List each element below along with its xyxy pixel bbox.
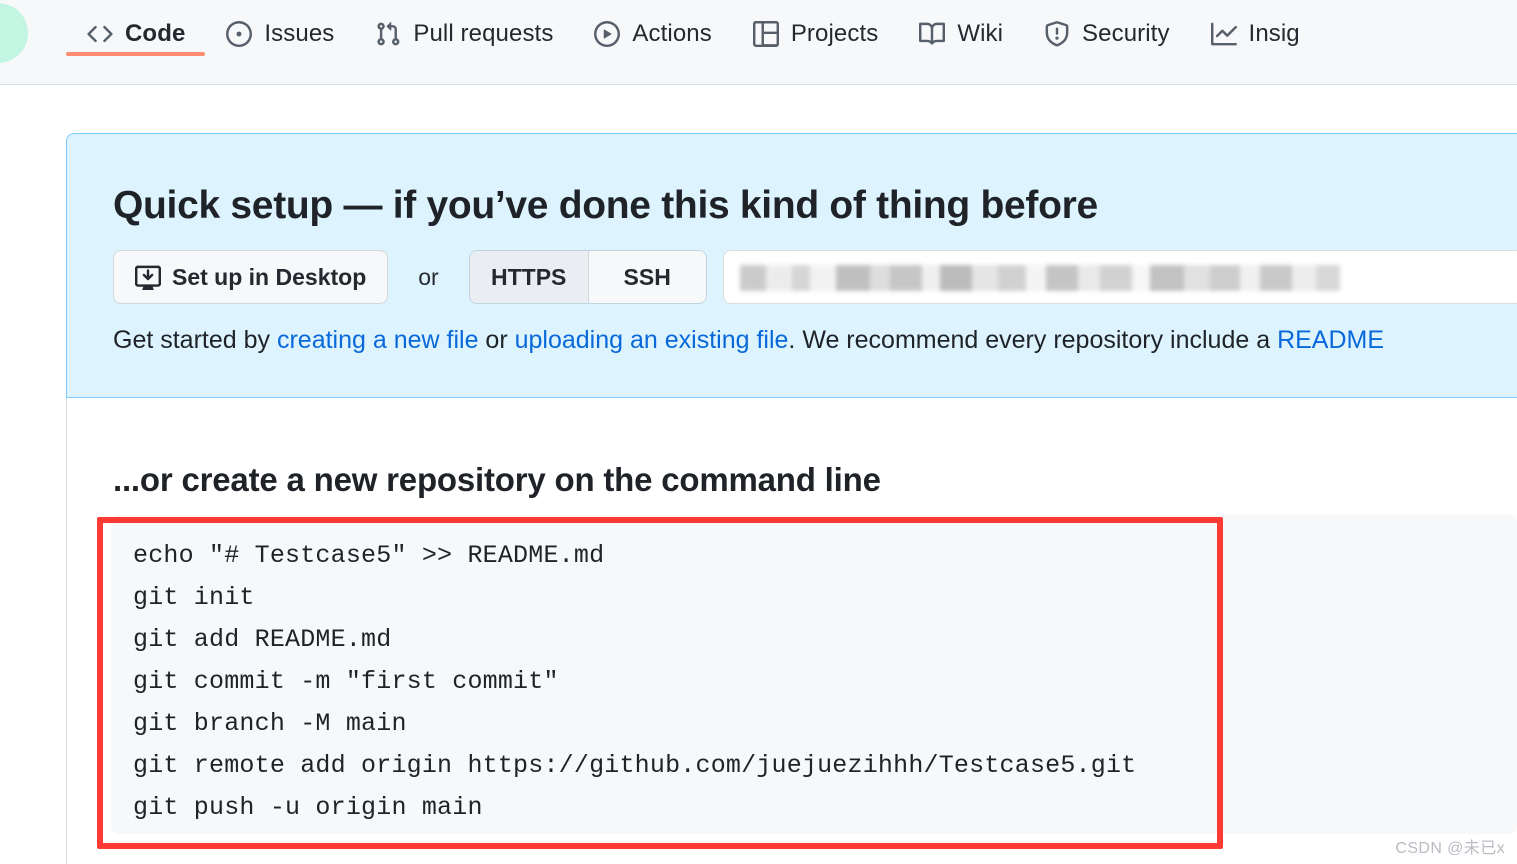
code-line: git push -u origin main: [133, 793, 483, 822]
command-line-code-block[interactable]: echo "# Testcase5" >> README.md git init…: [111, 515, 1517, 834]
tab-label: Pull requests: [413, 20, 554, 47]
protocol-ssh-button[interactable]: SSH: [587, 251, 706, 303]
tab-label: Actions: [632, 20, 712, 47]
table-icon: [752, 20, 780, 48]
quick-setup-banner: Quick setup — if you’ve done this kind o…: [66, 133, 1517, 398]
get-started-middle: or: [478, 326, 515, 354]
code-line: git remote add origin https://github.com…: [133, 751, 1137, 780]
avatar: [0, 3, 28, 63]
creating-a-new-file-link[interactable]: creating a new file: [277, 326, 479, 354]
tab-code[interactable]: Code: [66, 0, 206, 68]
code-line: git branch -M main: [133, 709, 407, 738]
repository-nav-bar: Code Issues Pull requests Actions Projec…: [0, 0, 1517, 85]
tab-actions[interactable]: Actions: [573, 0, 731, 68]
command-line-title: ...or create a new repository on the com…: [113, 461, 881, 498]
code-line: git commit -m "first commit": [133, 667, 559, 696]
get-started-prefix: Get started by: [113, 326, 277, 354]
set-up-in-desktop-button[interactable]: Set up in Desktop: [113, 250, 389, 304]
tab-label: Insig: [1248, 20, 1300, 47]
csdn-watermark: CSDN @未已x: [1395, 840, 1505, 857]
desktop-download-icon: [135, 264, 161, 290]
issue-opened-icon: [225, 20, 253, 48]
protocol-toggle-group: HTTPS SSH: [468, 250, 707, 304]
or-label: or: [418, 263, 439, 290]
code-line: echo "# Testcase5" >> README.md: [133, 541, 605, 570]
tab-label: Projects: [790, 20, 879, 47]
github-repo-quick-setup-page: Code Issues Pull requests Actions Projec…: [0, 0, 1517, 864]
repository-url-input[interactable]: [722, 250, 1517, 304]
git-pull-request-icon: [374, 20, 402, 48]
quick-setup-title: Quick setup — if you’ve done this kind o…: [113, 184, 1098, 227]
quick-setup-actions: Set up in Desktop or HTTPS SSH: [113, 250, 1517, 304]
readme-link[interactable]: README: [1277, 326, 1384, 354]
protocol-https-button[interactable]: HTTPS: [469, 251, 588, 303]
tab-issues[interactable]: Issues: [205, 0, 354, 68]
tab-label: Code: [125, 20, 186, 47]
code-line: git add README.md: [133, 625, 392, 654]
tab-insights[interactable]: Insig: [1190, 0, 1320, 68]
get-started-suffix: . We recommend every repository include …: [788, 326, 1278, 354]
book-icon: [918, 20, 946, 48]
tab-label: Security: [1082, 20, 1170, 47]
graph-icon: [1210, 20, 1238, 48]
code-line: git init: [133, 583, 255, 612]
tab-label: Issues: [264, 20, 335, 47]
tab-security[interactable]: Security: [1023, 0, 1190, 68]
tab-label: Wiki: [957, 20, 1004, 47]
get-started-text: Get started by creating a new file or up…: [113, 326, 1384, 355]
tab-projects[interactable]: Projects: [732, 0, 899, 68]
code-icon: [86, 20, 114, 48]
set-up-in-desktop-label: Set up in Desktop: [172, 263, 367, 290]
shield-icon: [1043, 20, 1071, 48]
redacted-url-overlay: [739, 265, 1340, 291]
tab-pull-requests[interactable]: Pull requests: [354, 0, 573, 68]
play-icon: [593, 20, 621, 48]
repository-nav-list: Code Issues Pull requests Actions Projec…: [66, 0, 1320, 84]
uploading-an-existing-file-link[interactable]: uploading an existing file: [515, 326, 789, 354]
tab-wiki[interactable]: Wiki: [898, 0, 1023, 68]
command-line-section: ...or create a new repository on the com…: [67, 399, 1517, 864]
